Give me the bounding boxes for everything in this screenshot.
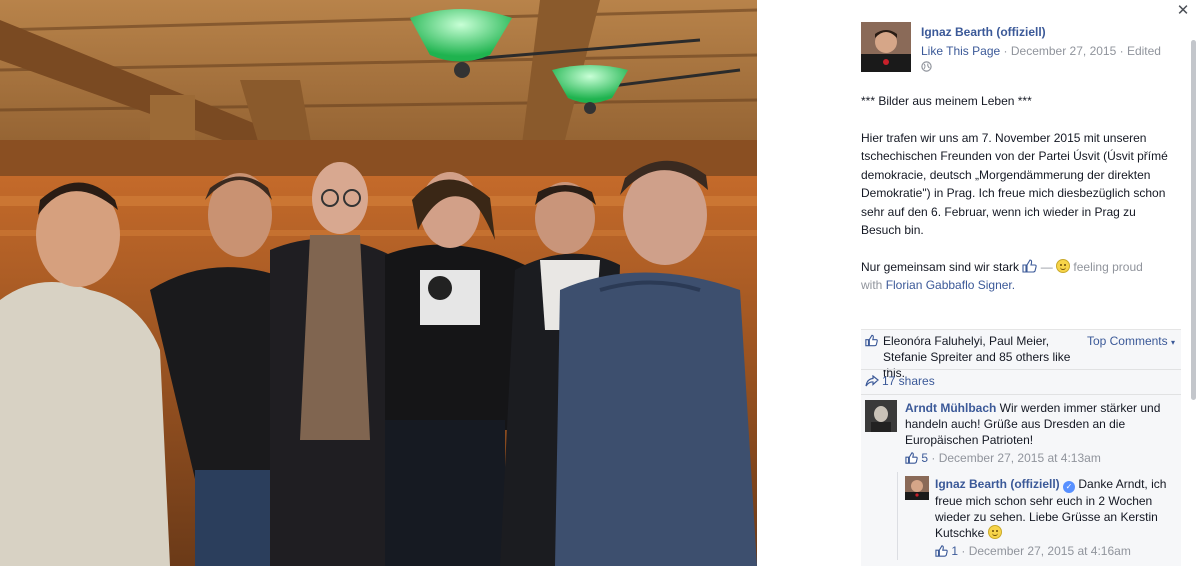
shares-count: 17 shares <box>882 374 935 388</box>
close-icon[interactable]: ✕ <box>1175 3 1191 20</box>
with-label: with <box>861 278 883 292</box>
post-text: *** Bilder aus meinem Leben *** Hier tra… <box>861 92 1179 313</box>
post-paragraph: Hier trafen wir uns am 7. November 2015 … <box>861 130 1168 238</box>
globe-icon[interactable] <box>921 61 1181 75</box>
comment-author-link[interactable]: Arndt Mühlbach <box>905 401 996 415</box>
page-avatar-image <box>861 22 911 72</box>
commenter-avatar[interactable] <box>865 400 897 432</box>
meta-separator: · <box>1119 44 1124 58</box>
shares-link[interactable]: 17 shares <box>865 374 935 388</box>
page-avatar[interactable] <box>861 22 911 72</box>
meta-separator: · <box>1003 44 1008 58</box>
comment-like-count[interactable]: 1 <box>951 544 958 558</box>
comment-body: Arndt Mühlbach Wir werden immer stärker … <box>905 400 1177 466</box>
post-date[interactable]: December 27, 2015 <box>1011 44 1116 58</box>
verified-icon: ✓ <box>1063 481 1076 493</box>
comment-body: Ignaz Bearth (offiziell) ✓ Danke Arndt, … <box>935 476 1173 559</box>
page-name-link[interactable]: Ignaz Bearth (offiziell) <box>921 25 1181 39</box>
top-comments-label: Top Comments <box>1086 334 1168 348</box>
divider <box>861 369 1181 370</box>
post-paragraph-feeling: Nur gemeinsam sind wir stark — feeling p… <box>861 258 1179 295</box>
scrollbar[interactable] <box>1190 40 1197 566</box>
thumbs-up-icon[interactable] <box>905 452 918 464</box>
smiley-icon <box>1056 258 1071 273</box>
commenter-avatar[interactable] <box>905 476 929 500</box>
post-header: Ignaz Bearth (offiziell) Like This Page … <box>921 25 1181 75</box>
post-detail-panel: ✕ Ignaz Bearth (offiziell) Like This Pag… <box>757 0 1197 566</box>
share-icon <box>865 374 879 387</box>
comment-time[interactable]: December 27, 2015 at 4:13am <box>939 451 1101 465</box>
scrollbar-thumb[interactable] <box>1191 40 1196 400</box>
comment-author-link[interactable]: Ignaz Bearth (offiziell) <box>935 477 1060 491</box>
dash: — <box>1040 259 1053 274</box>
thumbs-up-icon <box>865 334 878 347</box>
reply-thread-line <box>897 472 898 560</box>
comment-time[interactable]: December 27, 2015 at 4:16am <box>969 544 1131 558</box>
tagged-person-link[interactable]: Florian Gabbaflo Signer. <box>886 278 1015 292</box>
thumbs-up-icon[interactable] <box>935 545 948 557</box>
comment-meta: 1 · December 27, 2015 at 4:16am <box>935 543 1173 559</box>
like-page-link[interactable]: Like This Page <box>921 44 1000 58</box>
post-meta: Like This Page · December 27, 2015 · Edi… <box>921 44 1181 58</box>
feedback-section: Eleonóra Faluhelyi, Paul Meier, Stefanie… <box>861 329 1181 566</box>
divider <box>861 394 1181 395</box>
post-sentence: Nur gemeinsam sind wir stark <box>861 259 1020 274</box>
post-paragraph: *** Bilder aus meinem Leben *** <box>861 94 1032 108</box>
feeling-label[interactable]: feeling proud <box>1073 260 1142 274</box>
smiley-icon <box>987 525 1002 539</box>
top-comments-dropdown[interactable]: Top Comments ▾ <box>1087 334 1175 348</box>
comment-like-count[interactable]: 5 <box>921 451 928 465</box>
chevron-down-icon: ▾ <box>1170 338 1175 347</box>
thumbs-up-icon <box>1022 258 1038 273</box>
post-photo[interactable] <box>0 0 757 566</box>
meta-separator: · <box>961 544 966 558</box>
comment-meta: 5 · December 27, 2015 at 4:13am <box>905 450 1177 466</box>
group-photo-illustration <box>0 0 757 566</box>
edited-label[interactable]: Edited <box>1127 44 1161 58</box>
meta-separator: · <box>931 451 936 465</box>
